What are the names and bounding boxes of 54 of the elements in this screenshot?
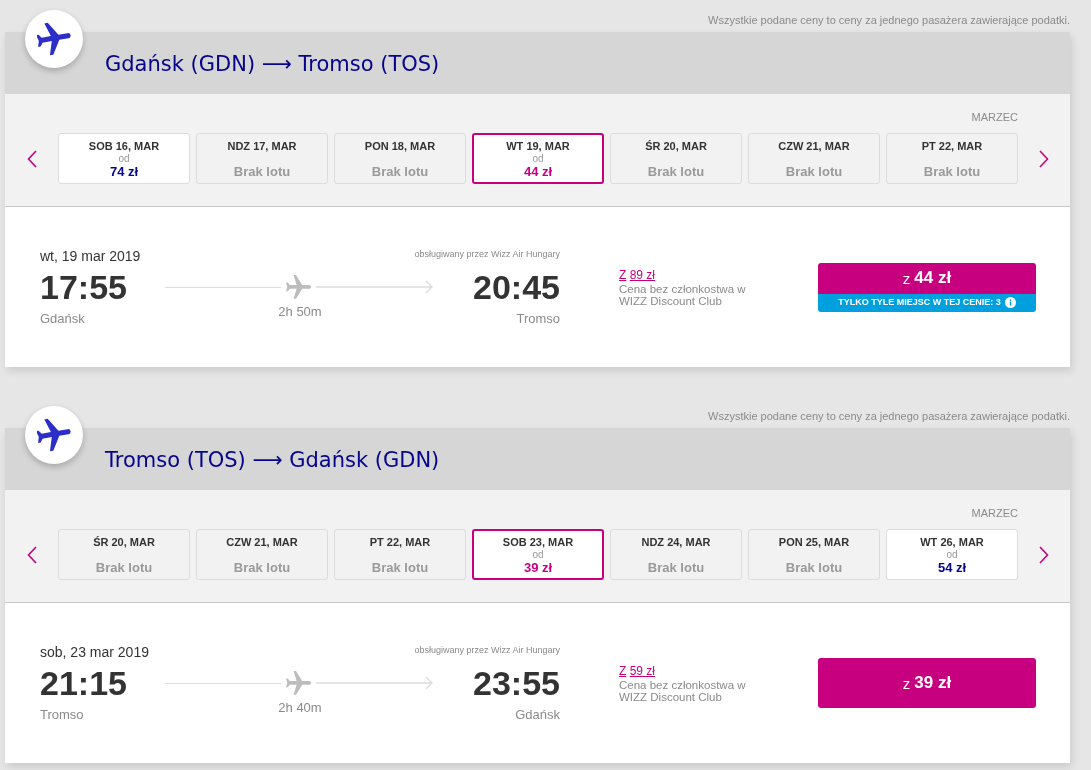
date-tile[interactable]: WT 19, MAR od 44 zł: [472, 133, 604, 184]
previous-dates-button[interactable]: [26, 545, 37, 564]
seats-left-label: TYLKO TYLE MIEJSC W TEJ CENIE: 3: [838, 297, 1001, 308]
plane-icon: [286, 670, 311, 696]
regular-price-link[interactable]: Z 59 zł: [619, 663, 656, 679]
arrival-city: Tromso: [516, 311, 560, 327]
next-dates-button[interactable]: [1039, 149, 1049, 168]
price-info-note: Wszystkie podane ceny to ceny za jednego pasażera zawierające podatki.: [708, 409, 1070, 424]
departure-city: Gdańsk: [40, 311, 86, 327]
plane-icon: [286, 274, 311, 300]
plane-icon: [25, 406, 83, 464]
arrival-time: 20:45: [473, 267, 560, 307]
membership-note: Cena bez członkostwa w WIZZ Discount Club: [619, 282, 747, 307]
regular-price-link[interactable]: Z 89 zł: [619, 267, 656, 283]
flight-date: wt, 19 mar 2019: [40, 247, 141, 265]
month-label: MARZEC: [971, 506, 1018, 520]
operator-note: obsługiwany przez Wizz Air Hungary: [414, 644, 560, 657]
previous-dates-button[interactable]: [26, 149, 37, 168]
flight-duration: 2h 50m: [278, 304, 322, 320]
date-tile[interactable]: PT 22, MAR Brak lotu: [886, 133, 1018, 184]
select-fare-button[interactable]: z 44 zł: [818, 262, 1036, 294]
chevron-right-icon: [1039, 149, 1049, 168]
date-tile[interactable]: NDZ 24, MAR Brak lotu: [610, 529, 742, 580]
date-tile[interactable]: CZW 21, MAR Brak lotu: [196, 529, 328, 580]
chevron-right-icon: [1039, 545, 1049, 564]
plane-icon: [25, 10, 83, 68]
flight-duration: 2h 40m: [278, 700, 322, 716]
departure-time: 17:55: [40, 267, 128, 307]
date-tile[interactable]: PON 25, MAR Brak lotu: [748, 529, 880, 580]
date-tile[interactable]: NDZ 17, MAR Brak lotu: [196, 133, 328, 184]
route-title: Gdańsk (GDN) ⟶ Tromso (TOS): [105, 50, 440, 77]
arrival-city: Gdańsk: [515, 707, 560, 723]
date-tile[interactable]: SOB 16, MAR od 74 zł: [58, 133, 190, 184]
date-tile[interactable]: ŚR 20, MAR Brak lotu: [58, 529, 190, 580]
next-dates-button[interactable]: [1039, 545, 1049, 564]
date-tile[interactable]: ŚR 20, MAR Brak lotu: [610, 133, 742, 184]
departure-time: 21:15: [40, 663, 128, 703]
operator-note: obsługiwany przez Wizz Air Hungary: [414, 248, 560, 261]
date-tile[interactable]: CZW 21, MAR Brak lotu: [748, 133, 880, 184]
departure-city: Tromso: [40, 707, 85, 723]
date-tile[interactable]: PT 22, MAR Brak lotu: [334, 529, 466, 580]
date-tile[interactable]: WT 26, MAR od 54 zł: [886, 529, 1018, 580]
price-info-note: Wszystkie podane ceny to ceny za jednego pasażera zawierające podatki.: [708, 13, 1070, 28]
chevron-left-icon: [26, 545, 37, 564]
select-fare-button[interactable]: z 39 zł: [818, 658, 1036, 708]
flight-date: sob, 23 mar 2019: [40, 643, 149, 661]
membership-note: Cena bez członkostwa w WIZZ Discount Club: [619, 678, 747, 703]
month-label: MARZEC: [971, 110, 1018, 124]
info-icon: [1004, 297, 1016, 308]
chevron-left-icon: [26, 149, 37, 168]
date-tile[interactable]: PON 18, MAR Brak lotu: [334, 133, 466, 184]
route-title: Tromso (TOS) ⟶ Gdańsk (GDN): [105, 446, 440, 473]
arrival-time: 23:55: [473, 663, 560, 703]
date-tile[interactable]: SOB 23, MAR od 39 zł: [472, 529, 604, 580]
